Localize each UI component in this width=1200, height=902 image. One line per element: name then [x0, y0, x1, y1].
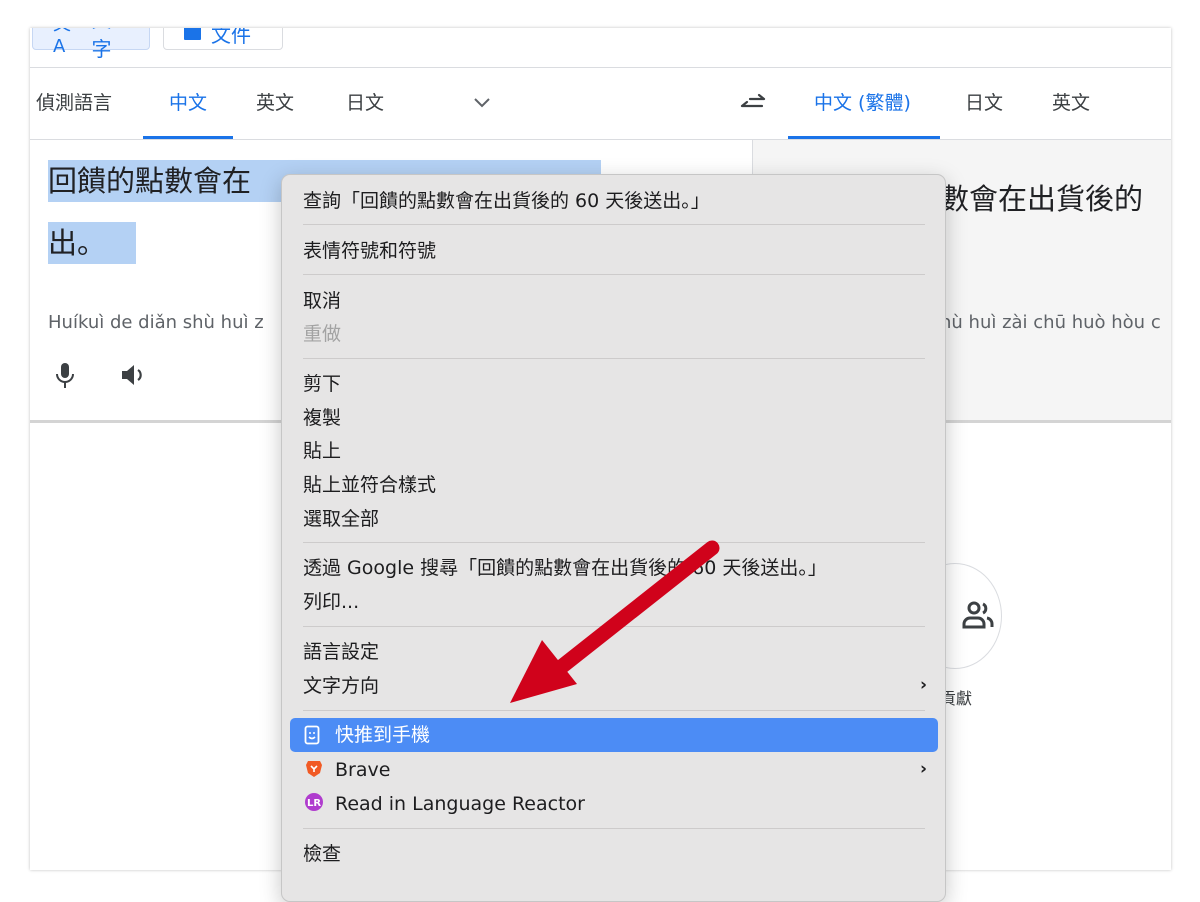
- menu-item-undo[interactable]: 取消: [303, 284, 341, 318]
- brave-label: Brave: [335, 759, 391, 781]
- language-reactor-label: Read in Language Reactor: [335, 793, 585, 815]
- push-to-phone-label: 快推到手機: [335, 724, 431, 746]
- menu-item-select-all[interactable]: 選取全部: [303, 502, 379, 536]
- menu-item-copy[interactable]: 複製: [303, 401, 341, 435]
- menu-item-paste[interactable]: 貼上: [303, 434, 341, 468]
- menu-item-search-google[interactable]: 透過 Google 搜尋「回饋的點數會在出貨後的 60 天後送出。」: [303, 551, 827, 585]
- mode-toolbar: 文A 文字 文件: [30, 28, 1171, 68]
- selection-highlight-tail: [106, 222, 137, 264]
- menu-separator: [303, 626, 925, 627]
- translate-icon: 文A: [53, 28, 71, 57]
- translated-text: 數會在出貨後的: [940, 182, 1144, 216]
- tab-source-japanese[interactable]: 日文: [346, 68, 384, 139]
- menu-item-inspect[interactable]: 檢查: [303, 837, 341, 871]
- source-text-line-1: 回饋的點數會在: [48, 160, 252, 202]
- tab-target-japanese[interactable]: 日文: [965, 68, 1003, 139]
- menu-item-print[interactable]: 列印...: [303, 585, 359, 619]
- menu-item-writing-direction[interactable]: 文字方向: [303, 669, 379, 703]
- tab-target-english[interactable]: 英文: [1052, 68, 1090, 139]
- source-tab-indicator: [143, 136, 233, 139]
- swap-languages-icon[interactable]: [738, 91, 768, 115]
- source-text-line-2: 出。: [48, 222, 107, 264]
- menu-item-redo: 重做: [303, 323, 342, 345]
- brave-lion-icon: [306, 761, 322, 777]
- source-romanization: Huíkuì de diǎn shù huì z: [48, 312, 264, 333]
- menu-separator: [303, 828, 925, 829]
- chevron-down-icon[interactable]: [470, 91, 494, 115]
- menu-separator: [303, 224, 925, 225]
- tab-target-chinese-traditional[interactable]: 中文 (繁體): [814, 68, 911, 139]
- document-icon: [184, 28, 201, 40]
- target-tab-indicator: [788, 136, 940, 139]
- tab-source-chinese[interactable]: 中文: [169, 68, 207, 139]
- people-icon: [962, 601, 994, 629]
- chevron-right-icon: ›: [919, 675, 927, 695]
- language-bar: 偵測語言 中文 英文 日文 中文 (繁體) 日文 英文: [30, 68, 1171, 140]
- menu-separator: [303, 274, 925, 275]
- text-mode-button[interactable]: 文A 文字: [32, 28, 150, 61]
- text-mode-label: 文字: [91, 28, 112, 61]
- menu-item-paste-match-style[interactable]: 貼上並符合樣式: [303, 468, 436, 502]
- microphone-icon[interactable]: [50, 360, 80, 390]
- speaker-icon[interactable]: [119, 360, 149, 390]
- context-menu: 查詢「回饋的點數會在出貨後的 60 天後送出。」 表情符號和符號 取消 重做 剪…: [281, 174, 946, 902]
- menu-item-lookup[interactable]: 查詢「回饋的點數會在出貨後的 60 天後送出。」: [303, 184, 710, 218]
- menu-item-cut[interactable]: 剪下: [303, 367, 341, 401]
- menu-item-emoji[interactable]: 表情符號和符號: [303, 234, 436, 268]
- docs-mode-label: 文件: [211, 28, 251, 47]
- tab-detect-language[interactable]: 偵測語言: [36, 68, 112, 139]
- language-reactor-icon: LR: [305, 793, 323, 811]
- chevron-right-icon: ›: [919, 759, 927, 779]
- menu-separator: [303, 542, 925, 543]
- docs-mode-button[interactable]: 文件: [163, 28, 283, 50]
- menu-item-language-settings[interactable]: 語言設定: [303, 635, 379, 669]
- menu-separator: [303, 710, 925, 711]
- menu-separator: [303, 358, 925, 359]
- svg-text:LR: LR: [307, 798, 321, 809]
- target-romanization: hù huì zài chū huò hòu c: [940, 312, 1161, 333]
- phone-push-icon: [304, 725, 320, 745]
- tab-source-english[interactable]: 英文: [256, 68, 294, 139]
- menu-item-push-to-phone[interactable]: 快推到手機: [290, 718, 938, 752]
